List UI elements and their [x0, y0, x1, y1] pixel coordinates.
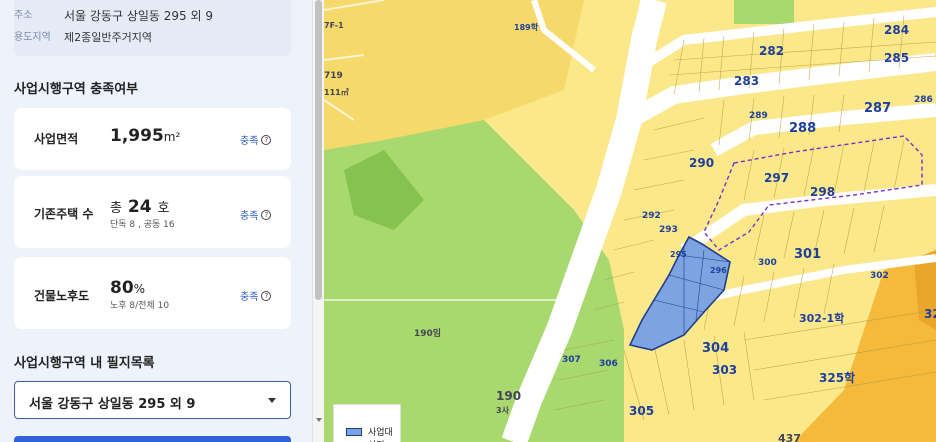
area-label: 사업면적 — [34, 132, 79, 146]
parcel-label: 285 — [884, 51, 909, 65]
parcel-label: 282 — [759, 44, 784, 58]
target-area-swatch — [346, 428, 362, 436]
parcel-label: 3사 — [496, 405, 510, 415]
legend-label: 사업대상지 — [368, 428, 393, 442]
parcel-select[interactable]: 서울 강동구 상일동 295 외 9 — [14, 381, 291, 419]
zone-row: 용도지역 제2종일반주거지역 — [14, 30, 152, 46]
parcel-label: 304 — [702, 341, 729, 356]
zone-value: 제2종일반주거지역 — [64, 31, 152, 44]
parcel-select-value: 서울 강동구 상일동 295 외 9 — [29, 397, 196, 412]
parcel-label: 283 — [734, 74, 759, 88]
parcel-label: 301 — [794, 247, 821, 262]
parcel-label: 328 — [924, 307, 936, 321]
area-status[interactable]: 충족? — [240, 132, 272, 147]
parcel-label: 190 — [496, 389, 521, 403]
criteria-title: 사업시행구역 충족여부 — [14, 82, 139, 97]
parcel-map[interactable]: 189학 282 283 284 285 286 287 288 289 290 292 293 295… — [324, 0, 936, 442]
housing-value: 총 24 호 — [110, 197, 170, 217]
parcel-label: 295 — [670, 250, 687, 259]
parcel-label: 305 — [629, 404, 654, 418]
parcel-label: 302-1학 — [799, 311, 844, 325]
parcel-label: 300 — [758, 258, 777, 268]
panel-scrollbar[interactable] — [312, 0, 324, 442]
parcel-label: 298 — [810, 185, 835, 199]
parcel-label: 296 — [710, 266, 727, 275]
address-key: 주소 — [14, 10, 33, 21]
parcel-label: 287 — [864, 101, 891, 116]
parcel-label: 293 — [659, 225, 678, 235]
parcel-label: 297 — [764, 171, 789, 185]
parcel-label: 437 — [778, 432, 801, 442]
chevron-down-icon — [268, 398, 276, 403]
aging-status[interactable]: 충족? — [240, 288, 272, 303]
parcel-label: 286 — [914, 95, 933, 105]
parcel-label: 290 — [689, 156, 714, 170]
area-value: 1,995m² — [110, 126, 181, 146]
parcel-label: 292 — [642, 211, 661, 221]
parcel-label: 190임 — [414, 327, 441, 339]
parcel-label: 307 — [562, 355, 581, 365]
aging-card: 건물노후도 80% 노후 8/전체 10 충족? — [14, 257, 291, 329]
aging-sub: 노후 8/전체 10 — [110, 301, 170, 311]
parcel-label: 288 — [789, 121, 816, 136]
parcel-label: 303 — [712, 363, 737, 377]
aging-label: 건물노후도 — [34, 289, 90, 303]
parcel-label: 284 — [884, 23, 909, 37]
zone-key: 용도지역 — [14, 32, 51, 43]
housing-label: 기존주택 수 — [34, 207, 94, 221]
help-icon[interactable]: ? — [261, 134, 272, 145]
info-panel: 주소 서울 강동구 상일동 295 외 9 용도지역 제2종일반주거지역 사업시… — [0, 0, 312, 442]
parcel-list-title: 사업시행구역 내 필지목록 — [14, 356, 155, 371]
address-row: 주소 서울 강동구 상일동 295 외 9 — [14, 8, 213, 24]
primary-button[interactable] — [14, 436, 291, 442]
map-canvas[interactable]: 189학 282 283 284 285 286 287 288 289 290 292 293 295… — [324, 0, 936, 442]
help-icon[interactable]: ? — [261, 209, 272, 220]
parcel-label: 7F-1 — [324, 21, 344, 30]
scrollbar-thumb[interactable] — [315, 0, 322, 300]
housing-sub: 단독 8 , 공동 16 — [110, 220, 175, 230]
parcel-label: 719 — [324, 71, 343, 81]
parcel-label: 289 — [749, 111, 768, 121]
parcel-label: 325학 — [819, 370, 855, 385]
aging-value: 80% — [110, 278, 146, 298]
parcel-label: 111㎡ — [324, 87, 349, 97]
housing-card: 기존주택 수 총 24 호 단독 8 , 공동 16 충족? — [14, 176, 291, 248]
housing-status[interactable]: 충족? — [240, 207, 272, 222]
parcel-label: 302 — [870, 271, 889, 281]
scroll-down-arrow-icon[interactable] — [316, 418, 322, 422]
map-legend: 사업대상지 — [333, 404, 401, 442]
help-icon[interactable]: ? — [261, 290, 272, 301]
address-value: 서울 강동구 상일동 295 외 9 — [64, 9, 213, 23]
parcel-label: 189학 — [514, 22, 539, 32]
area-card: 사업면적 1,995m² 충족? — [14, 108, 291, 170]
parcel-label: 306 — [599, 359, 618, 369]
